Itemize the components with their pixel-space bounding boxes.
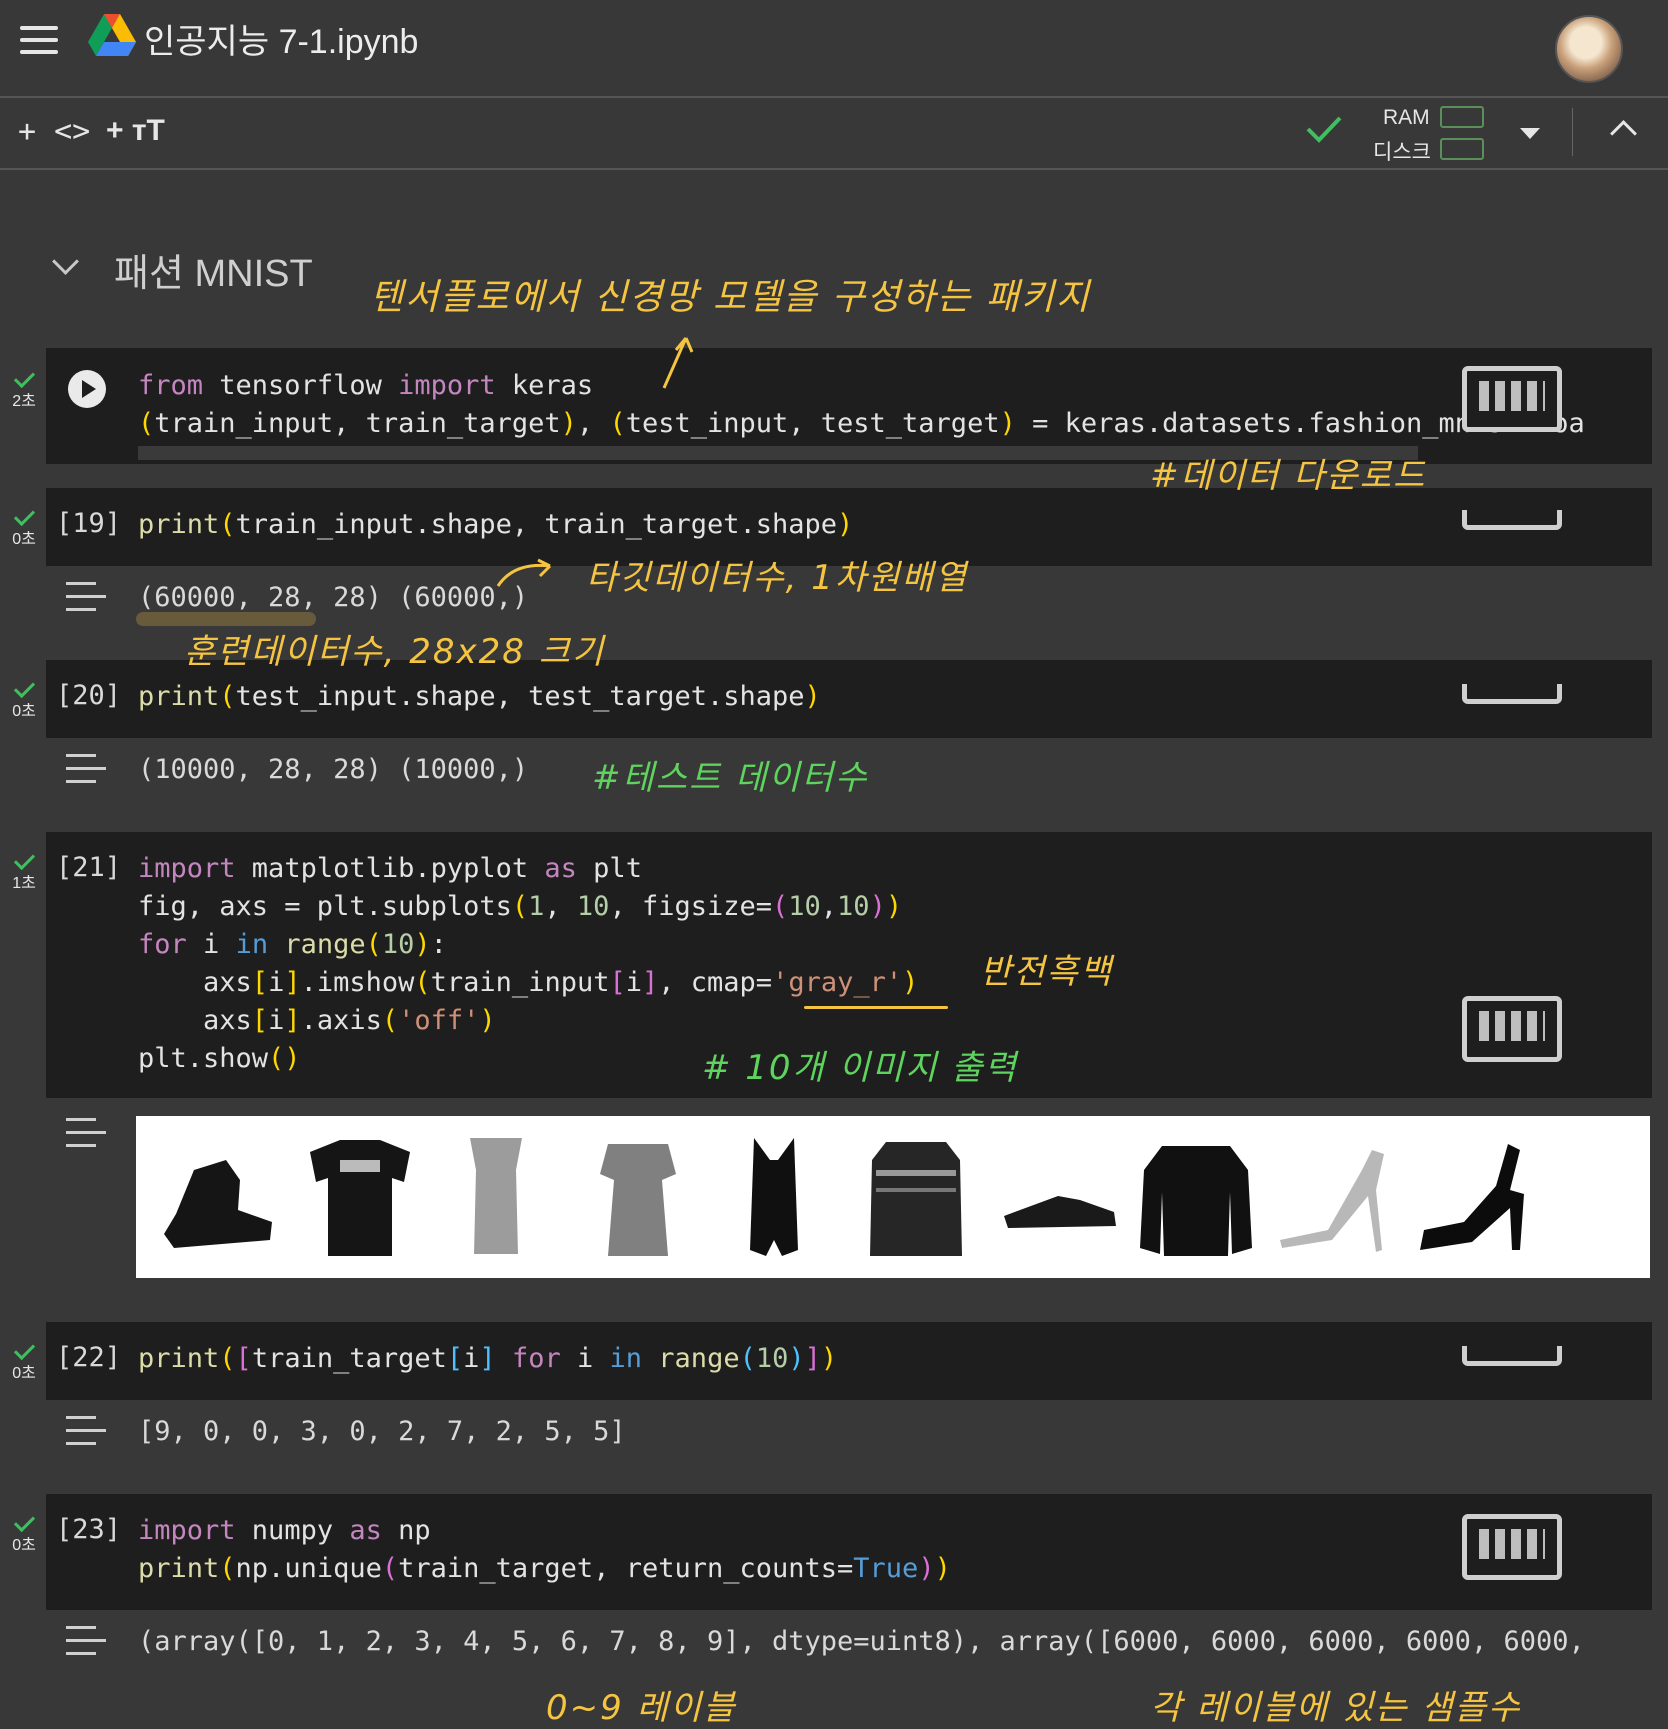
run-cell-button[interactable] (68, 370, 106, 408)
execution-count: [23] (56, 1514, 122, 1545)
check-icon (13, 848, 35, 871)
run-time: 0초 (12, 531, 36, 548)
run-time: 0초 (12, 703, 36, 720)
disk-label: 디스크 (1373, 141, 1431, 164)
ram-meter[interactable] (1440, 106, 1484, 128)
output-toggle-icon[interactable] (66, 1116, 106, 1150)
code-line: (train_input, train_target), (test_input… (138, 408, 1585, 439)
output-toggle-icon[interactable] (66, 752, 106, 786)
output-toggle-icon[interactable] (66, 580, 106, 614)
code-editor[interactable]: print(train_input.shape, train_target.sh… (138, 506, 853, 544)
dress-image (600, 1144, 676, 1256)
cell-output: (10000, 28, 28) (10000,) (138, 754, 529, 785)
pullover-image (1140, 1146, 1252, 1256)
keyboard-icon[interactable] (1462, 1346, 1562, 1366)
cell-status: 2초 (6, 366, 42, 411)
handwritten-note: 각 레이블에 있는 샘플수 (1150, 1688, 1522, 1728)
ankle-boot-image (164, 1160, 272, 1248)
cell-output: (array([0, 1, 2, 3, 4, 5, 6, 7, 8, 9], d… (138, 1626, 1585, 1657)
avatar[interactable] (1555, 15, 1623, 83)
code-editor[interactable]: print([train_target[i] for i in range(10… (138, 1340, 837, 1378)
execution-count: [22] (56, 1342, 122, 1373)
underline-mark (804, 1006, 948, 1009)
output-toggle-icon[interactable] (66, 1414, 106, 1448)
keyboard-icon[interactable] (1462, 366, 1562, 432)
handwritten-note: 0~9 레이블 (546, 1688, 737, 1728)
sandal-image (1280, 1150, 1384, 1252)
plot-output-image (136, 1116, 1650, 1278)
handwritten-note: #테스트 데이터수 (592, 758, 869, 798)
google-drive-icon (88, 14, 136, 56)
code-editor[interactable]: from tensorflow import keras (train_inpu… (138, 367, 1585, 443)
add-code-button[interactable]: + <> (18, 114, 90, 149)
run-time: 0초 (12, 1537, 36, 1554)
keyboard-icon[interactable] (1462, 684, 1562, 704)
execution-count: [21] (56, 852, 122, 883)
cell-output: (60000, 28, 28) (60000,) (138, 582, 529, 613)
check-icon (13, 1510, 35, 1533)
top-image (470, 1138, 522, 1254)
tank-top-image (750, 1138, 798, 1256)
keyboard-icon[interactable] (1462, 1514, 1562, 1580)
code-line: print(np.unique(train_target, return_cou… (138, 1553, 951, 1584)
heel-sandal-image (1420, 1144, 1524, 1250)
add-text-button[interactable]: + ᴛT (106, 114, 165, 148)
cell-status: 1초 (6, 848, 42, 893)
handwritten-note: 텐서플로에서 신경망 모델을 구성하는 패키지 (370, 277, 1092, 318)
handwritten-note: 타깃데이터수, 1차원배열 (586, 558, 969, 598)
toolbar-divider (1572, 108, 1573, 156)
handwritten-note: #데이터 다운로드 (1150, 456, 1427, 496)
cell-status: 0초 (6, 1338, 42, 1383)
code-line: for i in range(10): (138, 929, 447, 960)
tshirt-image (310, 1140, 410, 1256)
check-icon (13, 1338, 35, 1361)
ram-label: RAM (1383, 106, 1430, 129)
code-editor[interactable]: import numpy as np print(np.unique(train… (138, 1512, 951, 1588)
run-time: 2초 (12, 393, 36, 410)
run-time: 0초 (12, 1365, 36, 1382)
handwritten-note: 반전흑백 (980, 952, 1114, 992)
code-line: import matplotlib.pyplot as plt (138, 853, 642, 884)
disk-meter[interactable] (1440, 138, 1484, 160)
arrow-icon (496, 558, 552, 587)
sneaker-image (1004, 1196, 1116, 1228)
execution-count: [19] (56, 508, 122, 539)
handwritten-note: 훈련데이터수, 28x28 크기 (184, 632, 606, 672)
code-line: import numpy as np (138, 1515, 431, 1546)
section-title: 패션 MNIST (114, 253, 313, 295)
code-line: from tensorflow import keras (138, 370, 594, 401)
code-line: fig, axs = plt.subplots(1, 10, figsize=(… (138, 891, 903, 922)
code-editor[interactable]: print(test_input.shape, test_target.shap… (138, 678, 821, 716)
handwritten-note: # 10개 이미지 출력 (702, 1048, 1018, 1088)
execution-count: [20] (56, 680, 122, 711)
cell-status: 0초 (6, 504, 42, 549)
hamburger-menu-icon[interactable] (20, 26, 58, 54)
connected-check-icon (1306, 116, 1342, 143)
arrow-icon (662, 337, 694, 389)
keyboard-icon[interactable] (1462, 996, 1562, 1062)
code-line: plt.show() (138, 1043, 301, 1074)
code-line: axs[i].imshow(train_input[i], cmap='gray… (138, 967, 919, 998)
check-icon (13, 504, 35, 527)
run-time: 1초 (12, 875, 36, 892)
sweater-image (870, 1142, 962, 1256)
chevron-down-icon[interactable] (52, 248, 79, 275)
keyboard-icon[interactable] (1462, 510, 1562, 530)
check-icon (13, 366, 35, 389)
check-icon (13, 676, 35, 699)
notebook-title[interactable]: 인공지능 7-1.ipynb (144, 14, 418, 63)
code-line: axs[i].axis('off') (138, 1005, 496, 1036)
cell-output: [9, 0, 0, 3, 0, 2, 7, 2, 5, 5] (138, 1416, 626, 1447)
cell-status: 0초 (6, 676, 42, 721)
output-toggle-icon[interactable] (66, 1624, 106, 1658)
resources-dropdown-icon[interactable] (1520, 128, 1540, 139)
cell-status: 0초 (6, 1510, 42, 1555)
